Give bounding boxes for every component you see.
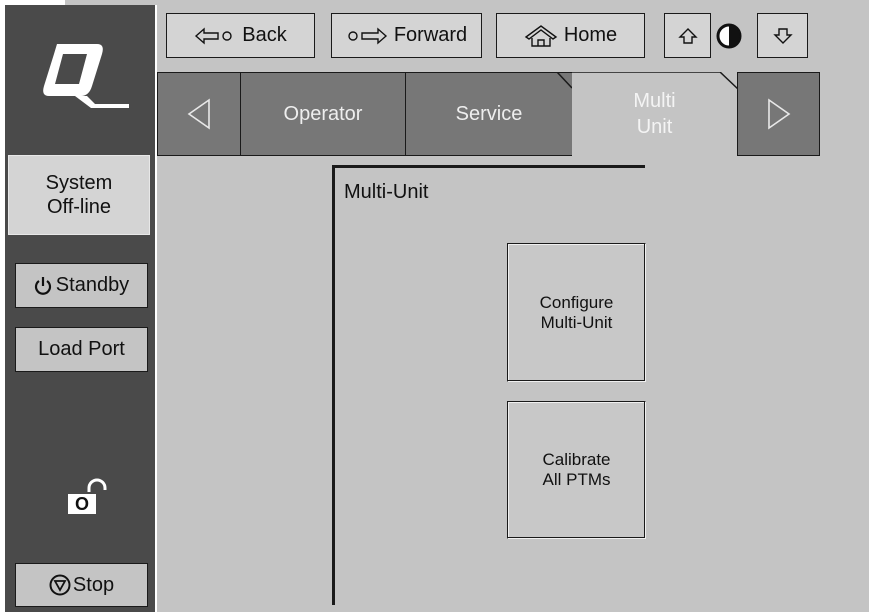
back-arrow-icon: [194, 26, 236, 45]
configure-label-1: Configure: [539, 292, 614, 312]
unlocked-padlock-icon: O: [66, 478, 116, 518]
lock-body: O: [68, 494, 96, 514]
forward-button[interactable]: Forward: [331, 13, 482, 58]
standby-label: Standby: [55, 274, 130, 296]
group-title: Multi-Unit: [344, 181, 429, 203]
stop-label: Stop: [72, 573, 115, 596]
unlock-indicator: O: [66, 478, 116, 518]
load-port-label: Load Port: [38, 338, 125, 360]
forward-arrow-icon: [346, 26, 388, 45]
brightness-up-button[interactable]: [664, 13, 711, 58]
configure-label-2: Multi-Unit: [540, 312, 613, 332]
stop-icon: [49, 574, 71, 596]
tab-multi-unit[interactable]: Multi Unit: [572, 72, 737, 156]
load-port-button[interactable]: Load Port: [15, 327, 148, 372]
tab-operator[interactable]: Operator: [240, 72, 406, 156]
home-button[interactable]: Home: [496, 13, 645, 58]
tab-scroll-left-button[interactable]: [157, 72, 241, 156]
tab-service[interactable]: Service: [405, 72, 573, 156]
home-icon: [524, 24, 558, 48]
calibrate-label-2: All PTMs: [542, 470, 611, 489]
status-line-2: Off-line: [46, 196, 112, 218]
group-box-left-border: [332, 165, 335, 605]
tab-operator-label: Operator: [283, 102, 363, 125]
content-area: [157, 159, 869, 612]
tab-scroll-right-button[interactable]: [737, 72, 820, 156]
standby-button[interactable]: Standby: [15, 263, 148, 308]
group-box-top-border: [332, 165, 645, 168]
status-line-1: System: [45, 172, 113, 194]
configure-multi-unit-button[interactable]: Configure Multi-Unit: [507, 243, 646, 382]
back-button[interactable]: Back: [166, 13, 315, 58]
logo-q-icon: [43, 44, 129, 108]
tab-multi-unit-label-1: Multi: [633, 90, 676, 112]
power-icon: [34, 276, 52, 296]
contrast-icon: [716, 23, 742, 49]
brightness-down-button[interactable]: [757, 13, 808, 58]
forward-label: Forward: [393, 24, 468, 46]
tab-multi-unit-label-2: Unit: [636, 116, 673, 138]
system-status-box: System Off-line: [8, 155, 150, 235]
stop-button[interactable]: Stop: [15, 563, 148, 607]
logo: [35, 38, 130, 108]
calibrate-label-1: Calibrate: [542, 450, 611, 469]
home-label: Home: [563, 24, 618, 46]
tab-service-label: Service: [455, 102, 523, 125]
back-label: Back: [242, 24, 287, 46]
arrow-down-icon: [772, 27, 793, 45]
calibrate-all-ptms-button[interactable]: Calibrate All PTMs: [507, 401, 646, 539]
triangle-right-icon: [766, 98, 792, 130]
arrow-up-icon: [677, 27, 698, 45]
triangle-left-icon: [186, 98, 212, 130]
